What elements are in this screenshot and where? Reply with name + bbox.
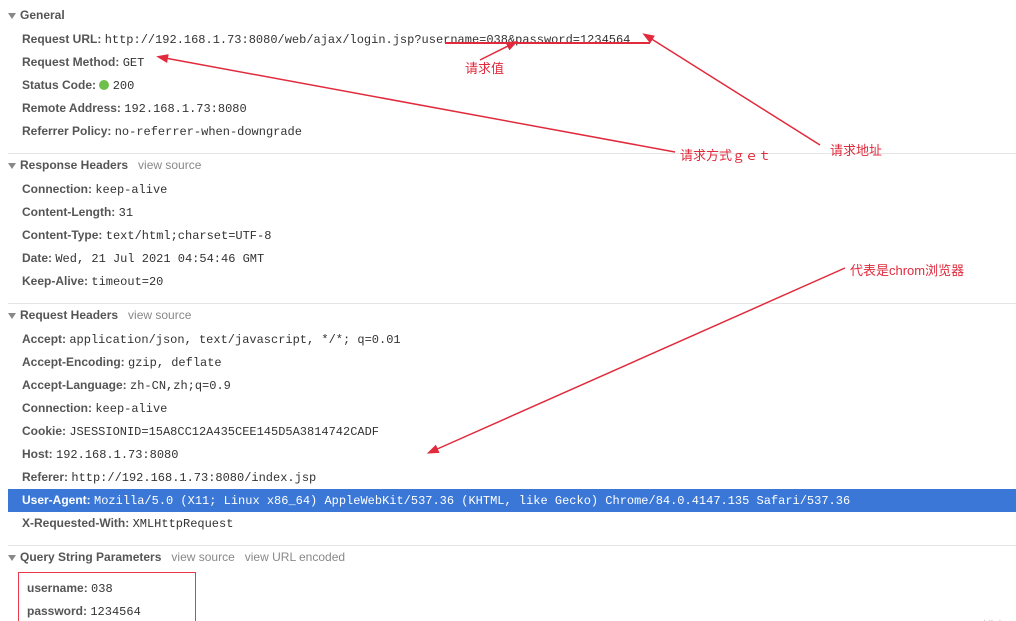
triangle-down-icon	[8, 555, 16, 561]
label: Accept-Language:	[22, 378, 127, 392]
label: Referer:	[22, 470, 68, 484]
row-keep-alive: Keep-Alive: timeout=20	[22, 270, 1016, 293]
row-x-requested-with: X-Requested-With: XMLHttpRequest	[22, 512, 1016, 535]
row-request-url: Request URL: http://192.168.1.73:8080/we…	[22, 28, 1016, 51]
triangle-down-icon	[8, 313, 16, 319]
value: 192.168.1.73:8080	[124, 102, 246, 116]
value: timeout=20	[91, 275, 163, 289]
value: 1234564	[90, 605, 140, 619]
label: Host:	[22, 447, 53, 461]
label: Referrer Policy:	[22, 124, 111, 138]
view-url-encoded-link[interactable]: view URL encoded	[245, 550, 345, 564]
label: Status Code:	[22, 78, 96, 92]
label: Request Method:	[22, 55, 119, 69]
row-referer: Referer: http://192.168.1.73:8080/index.…	[22, 466, 1016, 489]
value: no-referrer-when-downgrade	[115, 125, 302, 139]
section-general-header[interactable]: General	[8, 8, 1016, 28]
triangle-down-icon	[8, 163, 16, 169]
value: 038	[91, 582, 113, 596]
section-request-header[interactable]: Request Headers view source	[8, 303, 1016, 328]
response-list: Connection: keep-alive Content-Length: 3…	[8, 178, 1016, 303]
row-connection: Connection: keep-alive	[22, 397, 1016, 420]
triangle-down-icon	[8, 13, 16, 19]
value: zh-CN,zh;q=0.9	[130, 379, 231, 393]
view-source-link[interactable]: view source	[171, 550, 234, 564]
section-title: Query String Parameters	[20, 550, 161, 564]
value: 192.168.1.73:8080	[56, 448, 178, 462]
section-response-header[interactable]: Response Headers view source	[8, 153, 1016, 178]
query-list: username: 038 password: 1234564	[8, 572, 1016, 621]
label: password:	[27, 604, 87, 618]
value: Mozilla/5.0 (X11; Linux x86_64) AppleWeb…	[94, 494, 850, 508]
value: http://192.168.1.73:8080/web/ajax/login.…	[105, 33, 631, 47]
row-user-agent: User-Agent: Mozilla/5.0 (X11; Linux x86_…	[8, 489, 1016, 512]
value: http://192.168.1.73:8080/index.jsp	[71, 471, 316, 485]
row-request-method: Request Method: GET	[22, 51, 1016, 74]
row-accept-encoding: Accept-Encoding: gzip, deflate	[22, 351, 1016, 374]
status-dot-icon	[99, 80, 109, 90]
value: keep-alive	[95, 402, 167, 416]
row-referrer-policy: Referrer Policy: no-referrer-when-downgr…	[22, 120, 1016, 143]
row-cookie: Cookie: JSESSIONID=15A8CC12A435CEE145D5A…	[22, 420, 1016, 443]
annotation-underline	[445, 42, 650, 44]
label: username:	[27, 581, 88, 595]
view-source-link[interactable]: view source	[138, 158, 201, 172]
section-title: Request Headers	[20, 308, 118, 322]
value: JSESSIONID=15A8CC12A435CEE145D5A3814742C…	[69, 425, 379, 439]
value: keep-alive	[95, 183, 167, 197]
row-date: Date: Wed, 21 Jul 2021 04:54:46 GMT	[22, 247, 1016, 270]
row-connection: Connection: keep-alive	[22, 178, 1016, 201]
label: Accept:	[22, 332, 66, 346]
value: text/html;charset=UTF-8	[106, 229, 272, 243]
value: GET	[123, 56, 145, 70]
value: 31	[119, 206, 133, 220]
section-title: Response Headers	[20, 158, 128, 172]
label: Remote Address:	[22, 101, 121, 115]
value: gzip, deflate	[128, 356, 222, 370]
label: User-Agent:	[22, 493, 91, 507]
value: application/json, text/javascript, */*; …	[69, 333, 400, 347]
section-title: General	[20, 8, 65, 22]
label: Content-Length:	[22, 205, 115, 219]
row-password: password: 1234564	[27, 600, 187, 621]
row-status-code: Status Code: 200	[22, 74, 1016, 97]
row-accept-language: Accept-Language: zh-CN,zh;q=0.9	[22, 374, 1016, 397]
label: Content-Type:	[22, 228, 102, 242]
view-source-link[interactable]: view source	[128, 308, 191, 322]
section-query-header[interactable]: Query String Parameters view source view…	[8, 545, 1016, 570]
label: X-Requested-With:	[22, 516, 129, 530]
label: Accept-Encoding:	[22, 355, 125, 369]
row-content-length: Content-Length: 31	[22, 201, 1016, 224]
value: XMLHttpRequest	[133, 517, 234, 531]
request-list: Accept: application/json, text/javascrip…	[8, 328, 1016, 545]
value: Wed, 21 Jul 2021 04:54:46 GMT	[55, 252, 264, 266]
label: Date:	[22, 251, 52, 265]
label: Connection:	[22, 401, 92, 415]
row-host: Host: 192.168.1.73:8080	[22, 443, 1016, 466]
row-content-type: Content-Type: text/html;charset=UTF-8	[22, 224, 1016, 247]
row-accept: Accept: application/json, text/javascrip…	[22, 328, 1016, 351]
label: Cookie:	[22, 424, 66, 438]
query-highlight-box: username: 038 password: 1234564	[18, 572, 196, 621]
watermark: @51CTO博客	[931, 617, 1006, 621]
label: Request URL:	[22, 32, 101, 46]
row-username: username: 038	[27, 577, 187, 600]
general-list: Request URL: http://192.168.1.73:8080/we…	[8, 28, 1016, 153]
label: Keep-Alive:	[22, 274, 88, 288]
label: Connection:	[22, 182, 92, 196]
value: 200	[113, 79, 135, 93]
row-remote-address: Remote Address: 192.168.1.73:8080	[22, 97, 1016, 120]
